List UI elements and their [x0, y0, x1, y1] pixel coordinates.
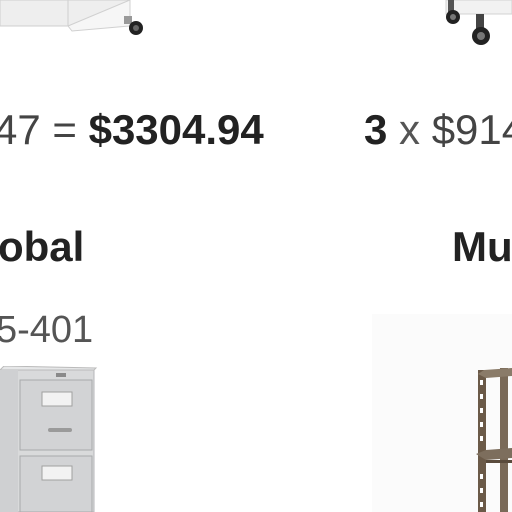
filing-cabinet-image[interactable] — [0, 366, 100, 512]
product-grid: 47 = $3304.94 3 x $914 obal Mu 5-401 U — [0, 0, 512, 512]
times-sign: x — [399, 106, 421, 153]
unit-price-fragment: 47 — [0, 106, 41, 153]
filing-cabinet-icon — [0, 366, 98, 512]
right-top-product-image[interactable] — [440, 0, 512, 56]
metal-shelving-icon — [476, 368, 512, 512]
quantity: 3 — [364, 106, 388, 153]
right-product-title[interactable]: Mu — [452, 222, 512, 272]
left-price-line: 47 = $3304.94 — [0, 106, 264, 154]
left-top-product-image[interactable] — [0, 0, 150, 40]
total-price: $3304.94 — [88, 106, 264, 153]
equals-sign: = — [52, 106, 77, 153]
unit-price: $914 — [431, 106, 512, 153]
left-product-title[interactable]: obal — [0, 222, 84, 272]
cabinet-base-icon — [0, 0, 143, 35]
right-price-line: 3 x $914 — [364, 106, 512, 154]
metal-shelving-image[interactable] — [372, 314, 512, 512]
cart-base-icon — [445, 0, 512, 45]
left-model-number: 5-401 — [0, 309, 94, 351]
